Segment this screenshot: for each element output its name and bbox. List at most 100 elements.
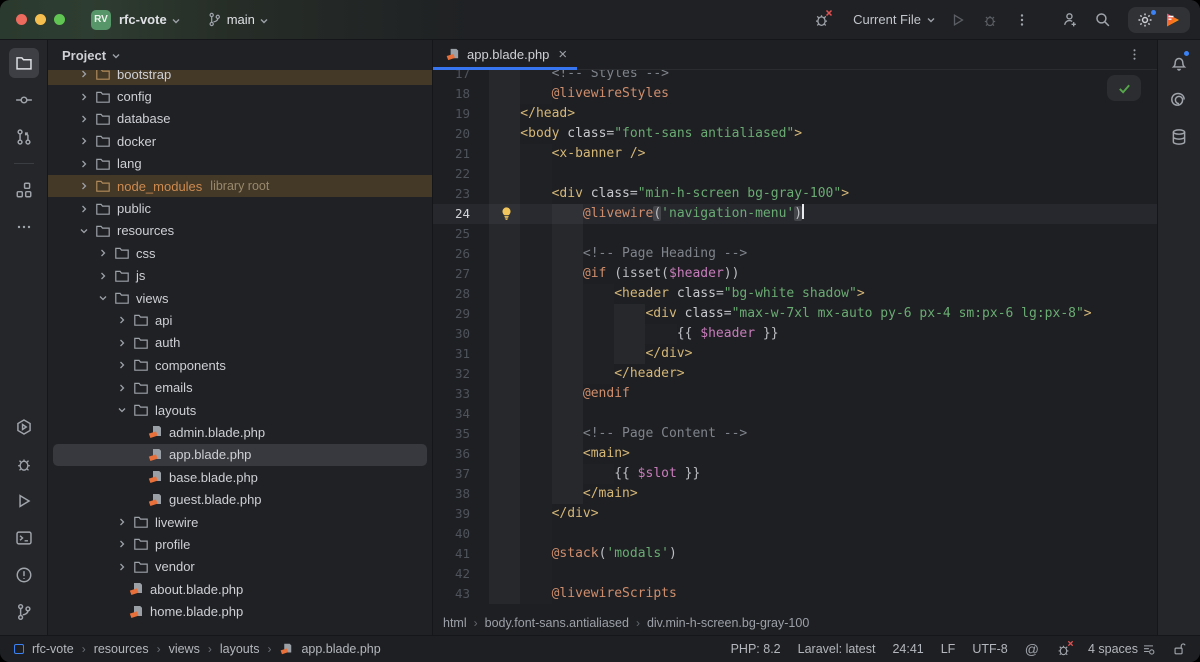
caret-position-widget[interactable]: 24:41: [892, 642, 923, 656]
code-line-32[interactable]: 32 </header>: [433, 364, 1157, 384]
code-line-40[interactable]: 40: [433, 524, 1157, 544]
breadcrumb-body[interactable]: body.font-sans.antialiased: [485, 616, 629, 630]
tree-chevron-icon[interactable]: [115, 537, 133, 551]
indent-widget[interactable]: 4 spaces: [1088, 642, 1155, 656]
tree-item-database[interactable]: database: [48, 108, 432, 130]
code-line-19[interactable]: 19 </head>: [433, 104, 1157, 124]
code-line-31[interactable]: 31 </div>: [433, 344, 1157, 364]
database-icon[interactable]: [1164, 122, 1194, 152]
tree-item-bootstrap[interactable]: bootstrap: [48, 70, 432, 86]
code-line-25[interactable]: 25: [433, 224, 1157, 244]
code-editor[interactable]: 17 <!-- Styles --> 18 @livewireStyles 19 </he…: [433, 70, 1157, 611]
code-line-29[interactable]: 29 <div class="max-w-7xl mx-auto py-6 px-…: [433, 304, 1157, 324]
tree-item-config[interactable]: config: [48, 85, 432, 107]
tree-chevron-icon[interactable]: [77, 157, 95, 171]
tree-item-livewire[interactable]: livewire: [48, 511, 432, 533]
more-tool-windows-button[interactable]: [9, 212, 39, 242]
php-version-widget[interactable]: PHP: 8.2: [731, 642, 781, 656]
tree-item-about.blade.php[interactable]: about.blade.php: [48, 578, 432, 600]
project-widget[interactable]: RV rfc-vote: [91, 9, 181, 30]
close-window-button[interactable]: [16, 14, 27, 25]
code-line-22[interactable]: 22: [433, 164, 1157, 184]
annotations-at-icon[interactable]: @: [1025, 641, 1039, 657]
tree-item-home.blade.php[interactable]: home.blade.php: [48, 600, 432, 622]
ai-assistant-icon[interactable]: [1164, 85, 1194, 115]
code-line-41[interactable]: 41 @stack('modals'): [433, 544, 1157, 564]
unlock-icon[interactable]: [1172, 642, 1186, 656]
tree-chevron-icon[interactable]: [77, 202, 95, 216]
inspections-widget[interactable]: [1107, 75, 1141, 101]
code-line-28[interactable]: 28 <header class="bg-white shadow">: [433, 284, 1157, 304]
search-everywhere-button[interactable]: [1088, 6, 1116, 34]
intention-bulb-icon[interactable]: [499, 206, 514, 221]
tree-chevron-icon[interactable]: [115, 358, 133, 372]
code-line-35[interactable]: 35 <!-- Page Content -->: [433, 424, 1157, 444]
encoding-widget[interactable]: UTF-8: [972, 642, 1007, 656]
tree-chevron-icon[interactable]: [96, 246, 114, 260]
code-line-38[interactable]: 38 </main>: [433, 484, 1157, 504]
services-tool-button[interactable]: [9, 412, 39, 442]
debug-button[interactable]: [976, 6, 1004, 34]
tree-item-base.blade.php[interactable]: base.blade.php: [48, 466, 432, 488]
settings-gear-icon[interactable]: [1136, 8, 1157, 29]
tree-item-public[interactable]: public: [48, 197, 432, 219]
version-control-tool-button[interactable]: [9, 597, 39, 627]
code-line-24[interactable]: 24 @livewire('navigation-menu'): [433, 204, 1157, 224]
tree-item-css[interactable]: css: [48, 242, 432, 264]
notifications-bell-icon[interactable]: [1164, 48, 1194, 78]
minimize-window-button[interactable]: [35, 14, 46, 25]
tree-item-admin.blade.php[interactable]: admin.blade.php: [48, 421, 432, 443]
plugin-logo-icon[interactable]: [1164, 11, 1182, 29]
code-line-30[interactable]: 30 {{ $header }}: [433, 324, 1157, 344]
tree-chevron-icon[interactable]: [96, 291, 114, 305]
debugger-error-icon[interactable]: [1056, 640, 1074, 657]
tree-chevron-icon[interactable]: [115, 381, 133, 395]
tree-chevron-icon[interactable]: [77, 224, 95, 238]
code-line-34[interactable]: 34: [433, 404, 1157, 424]
tree-chevron-icon[interactable]: [115, 560, 133, 574]
tree-chevron-icon[interactable]: [77, 112, 95, 126]
tree-chevron-icon[interactable]: [115, 515, 133, 529]
tree-chevron-icon[interactable]: [77, 90, 95, 104]
code-line-27[interactable]: 27 @if (isset($header)): [433, 264, 1157, 284]
vcs-branch-widget[interactable]: main: [207, 12, 269, 27]
tree-item-layouts[interactable]: layouts: [48, 399, 432, 421]
terminal-tool-button[interactable]: [9, 523, 39, 553]
status-path-layouts[interactable]: layouts: [220, 642, 260, 656]
tree-chevron-icon[interactable]: [77, 70, 95, 81]
tree-chevron-icon[interactable]: [115, 403, 133, 417]
tree-item-lang[interactable]: lang: [48, 153, 432, 175]
tree-item-resources[interactable]: resources: [48, 220, 432, 242]
line-ending-widget[interactable]: LF: [941, 642, 956, 656]
tree-item-views[interactable]: views: [48, 287, 432, 309]
tree-chevron-icon[interactable]: [77, 179, 95, 193]
tab-close-icon[interactable]: ×: [558, 47, 567, 62]
tree-item-js[interactable]: js: [48, 265, 432, 287]
pull-requests-tool-button[interactable]: [9, 122, 39, 152]
more-actions-button[interactable]: [1008, 6, 1036, 34]
code-line-23[interactable]: 23 <div class="min-h-screen bg-gray-100">: [433, 184, 1157, 204]
tab-app-blade-php[interactable]: app.blade.php ×: [433, 40, 578, 70]
code-line-43[interactable]: 43 @livewireScripts: [433, 584, 1157, 604]
code-line-36[interactable]: 36 <main>: [433, 444, 1157, 464]
project-tool-button[interactable]: [8, 48, 39, 78]
zoom-window-button[interactable]: [54, 14, 65, 25]
debug-tool-button[interactable]: [9, 449, 39, 479]
breadcrumb-html[interactable]: html: [443, 616, 467, 630]
code-line-20[interactable]: 20 <body class="font-sans antialiased">: [433, 124, 1157, 144]
tree-chevron-icon[interactable]: [115, 313, 133, 327]
code-line-39[interactable]: 39 </div>: [433, 504, 1157, 524]
tree-item-components[interactable]: components: [48, 354, 432, 376]
tree-chevron-icon[interactable]: [115, 336, 133, 350]
tree-chevron-icon[interactable]: [77, 134, 95, 148]
code-line-42[interactable]: 42: [433, 564, 1157, 584]
run-configuration-selector[interactable]: Current File: [853, 12, 936, 27]
code-line-26[interactable]: 26 <!-- Page Heading -->: [433, 244, 1157, 264]
status-path-resources[interactable]: resources: [94, 642, 149, 656]
project-panel-header[interactable]: Project: [48, 40, 432, 70]
code-line-18[interactable]: 18 @livewireStyles: [433, 84, 1157, 104]
tree-item-guest.blade.php[interactable]: guest.blade.php: [48, 488, 432, 510]
code-line-21[interactable]: 21 <x-banner />: [433, 144, 1157, 164]
structure-tool-button[interactable]: [9, 175, 39, 205]
code-with-me-button[interactable]: [1056, 6, 1084, 34]
